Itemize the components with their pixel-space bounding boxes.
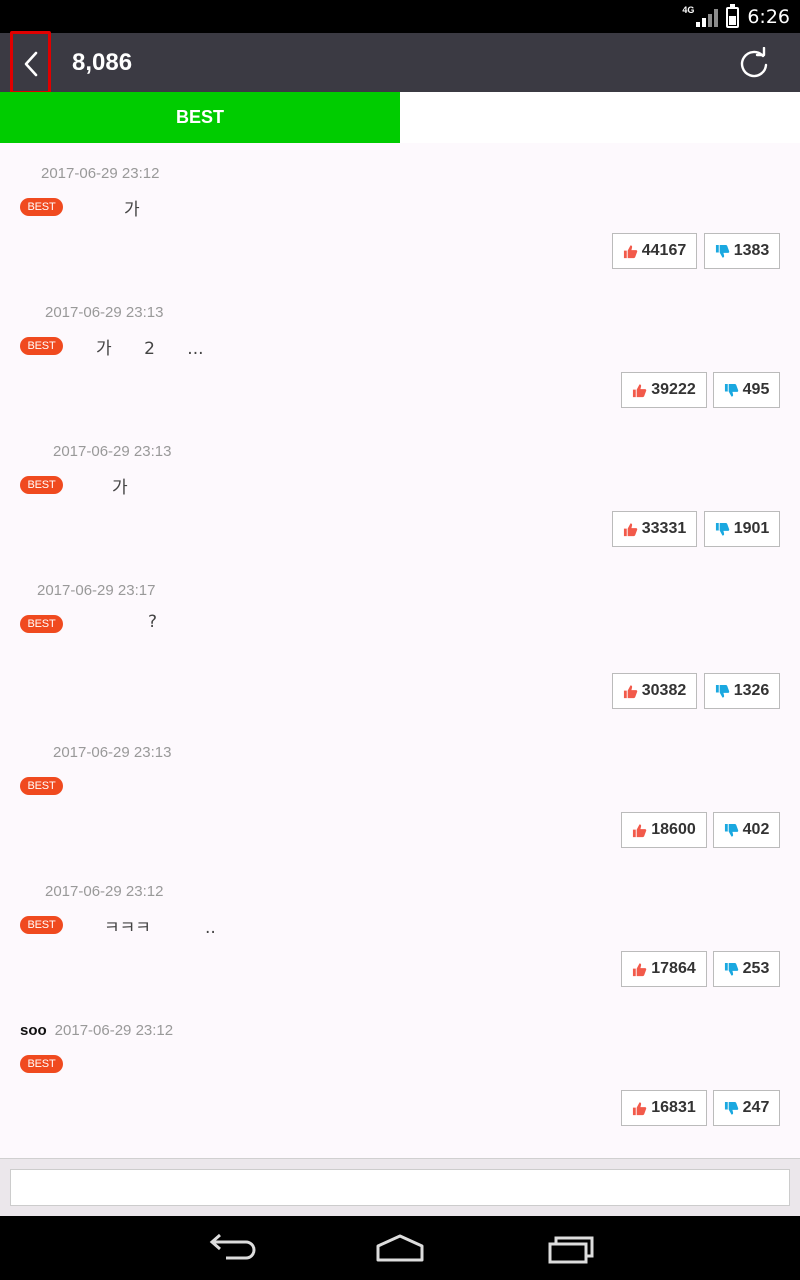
chevron-left-icon xyxy=(24,51,38,77)
thumbs-down-icon xyxy=(715,522,729,536)
comment-meta: 2017-06-29 23:13 xyxy=(45,304,163,324)
comment-date: 2017-06-29 23:17 xyxy=(37,582,156,599)
dislike-button[interactable]: 495 xyxy=(713,372,780,408)
status-time: 6:26 xyxy=(747,6,790,28)
comment-input[interactable] xyxy=(10,1169,790,1206)
dislike-count: 1901 xyxy=(733,520,770,537)
nav-back-button[interactable] xyxy=(200,1230,260,1266)
app-bar: 8,086 xyxy=(0,33,800,92)
like-count: 17864 xyxy=(651,960,696,977)
like-count: 18600 xyxy=(651,821,696,838)
comment-meta: 2017-06-29 23:13 xyxy=(53,744,171,764)
comment-item: 2017-06-29 23:13 BEST 가 33331 1901 xyxy=(0,443,800,563)
dislike-count: 495 xyxy=(742,381,770,398)
dislike-count: 402 xyxy=(742,821,770,838)
comment-date: 2017-06-29 23:13 xyxy=(53,443,172,460)
comment-item: 2017-06-29 23:17 BEST ? 30382 1326 xyxy=(0,582,800,709)
dislike-count: 1383 xyxy=(733,242,770,259)
status-bar: 4G 6:26 xyxy=(0,0,800,33)
page-title: 8,086 xyxy=(72,49,133,76)
thumbs-up-icon xyxy=(633,383,647,397)
signal-icon xyxy=(696,7,719,27)
comment-text: ㅋㅋㅋ .. xyxy=(104,918,216,938)
dislike-button[interactable]: 1383 xyxy=(704,233,780,269)
thumbs-down-icon xyxy=(724,1101,738,1115)
dislike-count: 247 xyxy=(742,1099,770,1116)
comment-meta: 2017-06-29 23:12 xyxy=(45,883,163,903)
refresh-icon xyxy=(740,46,768,78)
comment-text: 가 2 ... xyxy=(96,339,204,359)
thumbs-down-icon xyxy=(715,244,729,258)
like-button[interactable]: 17864 xyxy=(621,951,707,987)
dislike-button[interactable]: 247 xyxy=(713,1090,780,1126)
dislike-button[interactable]: 1901 xyxy=(704,511,780,547)
best-badge: BEST xyxy=(20,198,63,216)
like-button[interactable]: 18600 xyxy=(621,812,707,848)
best-badge: BEST xyxy=(20,916,63,934)
comment-date: 2017-06-29 23:12 xyxy=(45,883,164,900)
thumbs-down-icon xyxy=(724,383,738,397)
thumbs-up-icon xyxy=(633,823,647,837)
dislike-button[interactable]: 402 xyxy=(713,812,780,848)
dislike-count: 1326 xyxy=(733,682,770,699)
nav-home-icon xyxy=(376,1234,424,1262)
status-icons: 4G 6:26 xyxy=(682,3,790,30)
thumbs-down-icon xyxy=(724,823,738,837)
comment-item: 2017-06-29 23:12 BEST ㅋㅋㅋ .. 17864 253 xyxy=(0,883,800,1003)
comment-date: 2017-06-29 23:12 xyxy=(41,165,160,182)
comment-text: 가 xyxy=(112,478,128,498)
like-button[interactable]: 39222 xyxy=(621,372,707,408)
comment-user[interactable]: soo xyxy=(20,1022,47,1039)
comment-meta: soo 2017-06-29 23:12 xyxy=(20,1022,173,1042)
thumbs-down-icon xyxy=(715,684,729,698)
comment-input-bar xyxy=(0,1158,800,1216)
nav-home-button[interactable] xyxy=(370,1230,430,1266)
dislike-count: 253 xyxy=(742,960,770,977)
best-badge: BEST xyxy=(20,337,63,355)
like-count: 33331 xyxy=(641,520,687,537)
dislike-button[interactable]: 1326 xyxy=(704,673,780,709)
comment-meta: 2017-06-29 23:17 xyxy=(37,582,155,602)
network-type: 4G xyxy=(682,5,695,15)
like-button[interactable]: 33331 xyxy=(612,511,697,547)
best-badge: BEST xyxy=(20,615,63,633)
refresh-button[interactable] xyxy=(738,46,770,79)
like-count: 16831 xyxy=(651,1099,696,1116)
comment-date: 2017-06-29 23:13 xyxy=(45,304,164,321)
comment-date: 2017-06-29 23:13 xyxy=(53,744,172,761)
thumbs-up-icon xyxy=(633,962,647,976)
like-button[interactable]: 16831 xyxy=(621,1090,707,1126)
battery-icon xyxy=(726,3,740,28)
thumbs-up-icon xyxy=(623,684,637,698)
best-badge: BEST xyxy=(20,1055,63,1073)
comment-item: 2017-06-29 23:13 BEST 18600 402 xyxy=(0,744,800,864)
tab-bar: BEST xyxy=(0,92,800,143)
like-count: 44167 xyxy=(641,242,687,259)
nav-recents-icon xyxy=(548,1236,594,1264)
thumbs-up-icon xyxy=(623,244,637,258)
comment-meta: 2017-06-29 23:13 xyxy=(53,443,171,463)
like-button[interactable]: 44167 xyxy=(612,233,697,269)
comment-meta: 2017-06-29 23:12 xyxy=(41,165,159,185)
comment-date: 2017-06-29 23:12 xyxy=(54,1022,174,1039)
thumbs-up-icon xyxy=(633,1101,647,1115)
back-button[interactable] xyxy=(10,31,51,94)
nav-recents-button[interactable] xyxy=(540,1230,600,1266)
dislike-button[interactable]: 253 xyxy=(713,951,780,987)
thumbs-down-icon xyxy=(724,962,738,976)
like-count: 30382 xyxy=(641,682,687,699)
comment-text: 가 xyxy=(124,200,140,220)
comment-text: ? xyxy=(148,612,158,632)
comment-item: 2017-06-29 23:12 BEST 가 44167 1383 xyxy=(0,165,800,285)
system-nav-bar xyxy=(0,1216,800,1280)
comment-item: soo 2017-06-29 23:12 BEST 16831 247 xyxy=(0,1022,800,1142)
thumbs-up-icon xyxy=(623,522,637,536)
like-button[interactable]: 30382 xyxy=(612,673,697,709)
nav-back-icon xyxy=(209,1233,256,1260)
like-count: 39222 xyxy=(651,381,696,398)
best-badge: BEST xyxy=(20,476,63,494)
comment-item: 2017-06-29 23:13 BEST 가 2 ... 39222 495 xyxy=(0,304,800,424)
best-badge: BEST xyxy=(20,777,63,795)
tab-best[interactable]: BEST xyxy=(0,92,400,143)
